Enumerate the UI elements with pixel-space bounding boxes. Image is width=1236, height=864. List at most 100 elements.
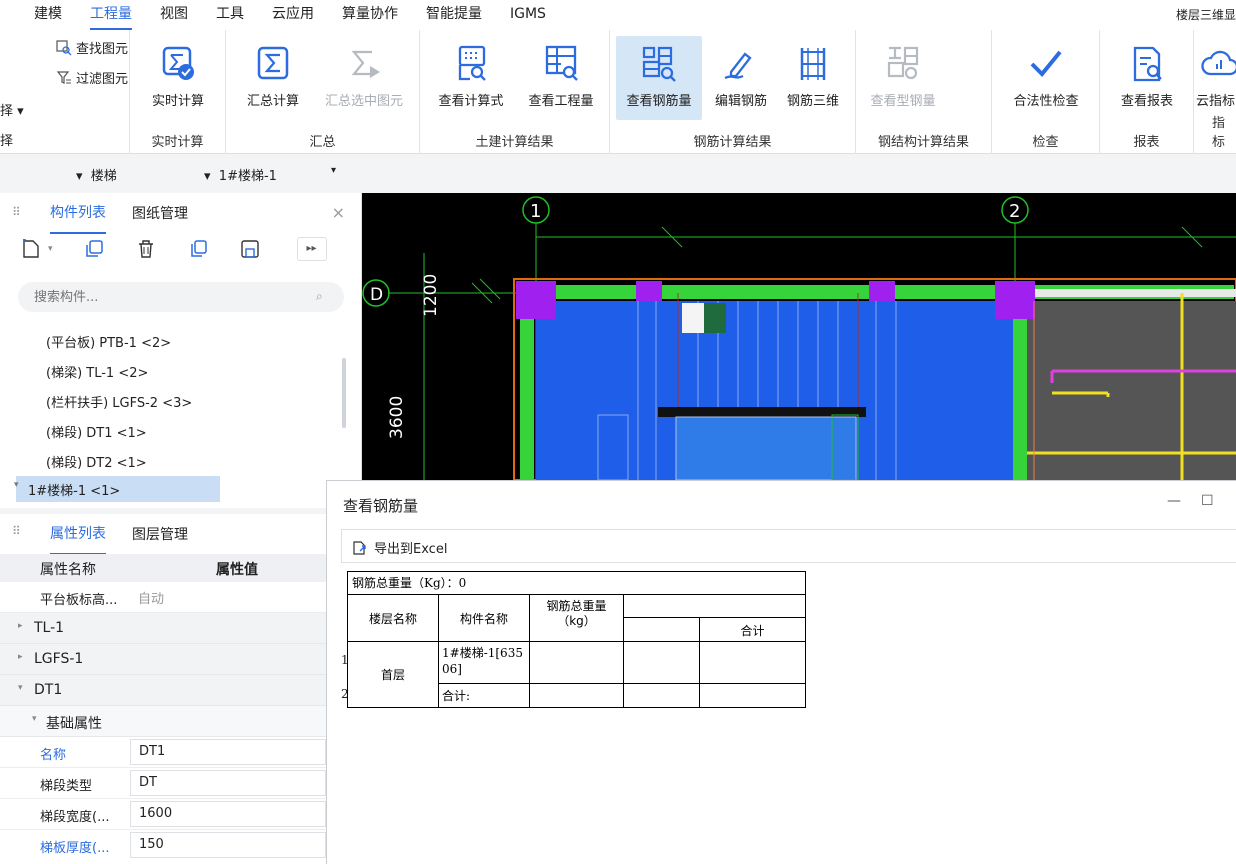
view-steel-button[interactable]: 查看型钢量 (860, 36, 946, 120)
property-name-header: 属性名称 (40, 562, 96, 578)
sum-selected-button[interactable]: 汇总选中图元 (312, 36, 416, 120)
expand-arrow-icon: ▸ (18, 652, 23, 662)
list-item[interactable]: (平台板) PTB-1 <2> (46, 332, 171, 351)
search-icon[interactable]: ⌕ (316, 289, 323, 304)
component-panel-tabs: 构件列表 图纸管理 (0, 192, 361, 234)
select-mode-dropdown[interactable]: 择 ▾ (0, 100, 24, 119)
copy-icon[interactable] (83, 238, 105, 260)
list-item[interactable]: (梯段) DT1 <1> (46, 422, 147, 441)
export-icon (353, 540, 366, 555)
component-search-input[interactable] (18, 282, 344, 312)
ribbon: 查找图元 过滤图元 择 ▾ 择 实时计算 实时计算 汇总计算 汇总选中图元 汇总 (0, 30, 1236, 154)
filter-icon (56, 70, 71, 84)
view-steel-label: 查看型钢量 (870, 94, 936, 109)
selected-list-item[interactable]: ▾ 1#楼梯-1 <1> (14, 476, 220, 502)
new-component-icon[interactable] (20, 238, 42, 260)
steel-group-label: 钢结构计算结果 (877, 135, 969, 150)
property-table-header: 属性名称 属性值 (0, 554, 326, 582)
menu-modeling[interactable]: 建模 (34, 0, 62, 30)
menu-tools[interactable]: 工具 (216, 0, 244, 30)
tab-drawing-manage[interactable]: 图纸管理 (132, 193, 188, 233)
section-label: LGFS-1 (34, 651, 84, 667)
view-rebar-button[interactable]: 查看钢筋量 (616, 36, 702, 120)
subsection-label: 基础属性 (46, 716, 102, 732)
property-value[interactable]: DT1 (130, 739, 326, 765)
menu-smart-extract[interactable]: 智能提量 (426, 0, 482, 30)
sum-sub-cell[interactable] (623, 683, 700, 708)
property-value[interactable]: 150 (130, 832, 326, 858)
menu-view[interactable]: 视图 (160, 0, 188, 30)
close-icon[interactable]: × (332, 203, 345, 222)
realtime-calc-button[interactable]: 实时计算 (138, 36, 218, 120)
column-header-component: 构件名称 (438, 594, 530, 642)
duplicate-icon[interactable] (187, 238, 209, 260)
sum-total-cell[interactable] (699, 683, 806, 708)
find-element-button[interactable]: 查找图元 (56, 38, 128, 57)
save-icon[interactable] (239, 238, 261, 260)
view-quantity-button[interactable]: 查看工程量 (516, 36, 606, 120)
sub-cell[interactable] (623, 641, 700, 684)
section-label: TL-1 (34, 620, 65, 636)
drag-handle-icon[interactable]: ⠿ (12, 205, 21, 219)
filter-element-button[interactable]: 过滤图元 (56, 68, 128, 87)
menu-cloud-app[interactable]: 云应用 (272, 0, 314, 30)
sum-calc-button[interactable]: 汇总计算 (236, 36, 310, 120)
subsection-row[interactable]: ▾ 基础属性 (0, 706, 326, 737)
type-selector[interactable]: ▾ 楼梯 (76, 165, 117, 184)
view-formula-button[interactable]: 查看计算式 (426, 36, 516, 120)
collapse-arrow-icon: ▾ (18, 683, 23, 693)
drag-handle-icon[interactable]: ⠿ (12, 524, 21, 538)
total-cell[interactable] (699, 641, 806, 684)
tab-layer-manage[interactable]: 图层管理 (132, 514, 188, 554)
component-selector[interactable]: ▾ 1#楼梯-1 ▾ (204, 165, 340, 184)
minimize-button[interactable]: — (1167, 493, 1181, 509)
export-excel-button[interactable]: 导出到Excel (352, 538, 447, 557)
floor-3d-display-label[interactable]: 楼层三维显 (1176, 6, 1236, 23)
delete-icon[interactable] (135, 238, 157, 260)
rebar-group-label: 钢筋计算结果 (693, 135, 772, 150)
section-label: DT1 (34, 682, 63, 698)
civil-group-label: 土建计算结果 (475, 135, 554, 150)
export-excel-label: 导出到Excel (374, 542, 448, 557)
view-report-button[interactable]: 查看报表 (1108, 36, 1186, 120)
maximize-button[interactable]: ☐ (1201, 493, 1214, 509)
property-value[interactable]: 1600 (130, 801, 326, 827)
weight-cell[interactable] (529, 641, 624, 684)
legality-check-button[interactable]: 合法性检查 (1000, 36, 1092, 120)
menu-collaboration[interactable]: 算量协作 (342, 0, 398, 30)
steel-results-group: 查看型钢量 钢结构计算结果 (856, 30, 992, 154)
list-item[interactable]: (栏杆扶手) LGFS-2 <3> (46, 392, 192, 411)
collapse-arrow-icon[interactable]: ▾ (14, 480, 19, 490)
axis-label-1: 1 (530, 201, 541, 222)
cad-canvas[interactable]: 1 2 D 1200 3600 (362, 193, 1236, 480)
edit-rebar-button[interactable]: 编辑钢筋 (706, 36, 776, 120)
tab-property-list[interactable]: 属性列表 (50, 513, 106, 555)
menu-quantity[interactable]: 工程量 (90, 0, 132, 30)
cloud-index-button[interactable]: 云指标 (1196, 36, 1236, 120)
tab-component-list[interactable]: 构件列表 (50, 192, 106, 234)
scrollbar[interactable] (342, 358, 346, 428)
property-value[interactable]: 自动 (130, 584, 326, 610)
property-row: 梯段宽度(... 1600 (0, 799, 326, 830)
property-name: 梯段类型 (40, 779, 93, 794)
list-item[interactable]: (梯段) DT2 <1> (46, 452, 147, 471)
sum-weight-cell[interactable] (529, 683, 624, 708)
chevron-down-icon: ▾ (330, 165, 336, 176)
property-panel-tabs: 属性列表 图层管理 (0, 513, 326, 555)
dimension-1200: 1200 (421, 274, 441, 317)
menu-igms[interactable]: IGMS (510, 0, 546, 30)
view-quantity-icon (545, 45, 578, 81)
section-row[interactable]: ▸ TL-1 (0, 613, 326, 644)
floor-cell[interactable]: 首层 (347, 641, 439, 708)
selected-list-item-label: 1#楼梯-1 <1> (28, 484, 121, 499)
section-row[interactable]: ▾ DT1 (0, 675, 326, 706)
total-weight-cell: 钢筋总重量（Kg）：0 (347, 571, 806, 595)
new-dropdown-icon[interactable]: ▾ (48, 244, 53, 254)
property-value[interactable]: DT (130, 770, 326, 796)
list-item[interactable]: (梯梁) TL-1 <2> (46, 362, 148, 381)
section-row[interactable]: ▸ LGFS-1 (0, 644, 326, 675)
more-tools-button[interactable]: ▸▸ (296, 237, 327, 261)
view-formula-icon (458, 45, 486, 81)
rebar-3d-button[interactable]: 钢筋三维 (778, 36, 848, 120)
component-cell[interactable]: 1#楼梯-1[63506] (438, 641, 530, 684)
